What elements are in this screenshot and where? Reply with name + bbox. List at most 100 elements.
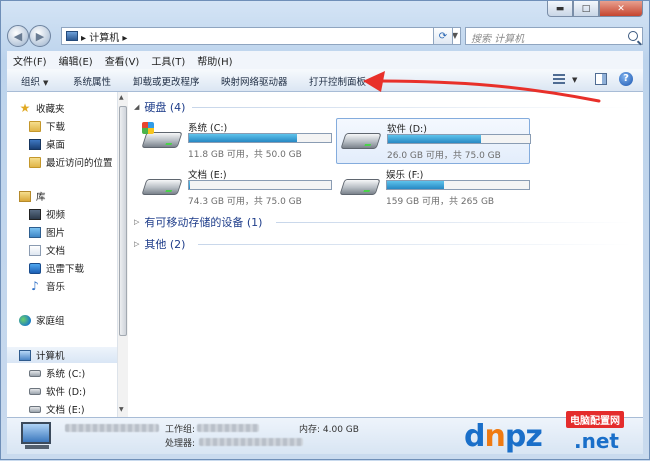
sidebar-item-music[interactable]: ♪ 音乐 xyxy=(29,278,65,294)
sidebar-item-computer[interactable]: 计算机 xyxy=(7,347,123,363)
help-icon[interactable]: ? xyxy=(619,72,633,86)
expand-triangle-icon[interactable]: ▷ xyxy=(134,240,139,248)
processor-label: 处理器: xyxy=(165,439,196,449)
refresh-button[interactable]: ⟳ xyxy=(433,27,453,45)
drive-e[interactable]: 文档 (E:) 74.3 GB 可用，共 75.0 GB xyxy=(138,167,332,207)
navigation-scrollbar[interactable]: ▲ ▼ xyxy=(117,92,128,417)
explorer-window: ▬ □ ✕ ◀ ▶ ▸ 计算机 ▸ ▼ ⟳ 搜索 计算机 文件(F) 编辑(E)… xyxy=(0,0,650,460)
scroll-up-icon[interactable]: ▲ xyxy=(119,94,124,101)
hard-drive-icon xyxy=(141,132,183,148)
group-divider xyxy=(198,244,632,245)
back-arrow-icon: ◀ xyxy=(13,29,23,43)
star-icon: ★ xyxy=(19,100,31,115)
sidebar-item-pictures[interactable]: 图片 xyxy=(29,224,65,240)
sidebar-item-drive-d[interactable]: 软件 (D:) xyxy=(29,383,86,399)
scroll-down-icon[interactable]: ▼ xyxy=(119,406,124,413)
xunlei-download-icon xyxy=(29,262,41,274)
sidebar-item-label: 下载 xyxy=(46,122,66,133)
command-bar: 组织 ▼ 系统属性 卸载或更改程序 映射网络驱动器 打开控制面板 ▼ ? xyxy=(7,69,643,92)
drive-c[interactable]: 系统 (C:) 11.8 GB 可用，共 50.0 GB xyxy=(138,120,332,160)
view-options-icon[interactable] xyxy=(553,74,565,85)
navigation-pane: ★ 收藏夹 下载 桌面 最近访问的位置 库 视频 图片 文档 迅雷下载 ♪ 音乐 家… xyxy=(7,92,126,417)
drive-usage-bar xyxy=(188,133,332,143)
drive-d[interactable]: 软件 (D:) 26.0 GB 可用，共 75.0 GB xyxy=(336,118,531,164)
scrollbar-thumb[interactable] xyxy=(119,106,127,336)
group-divider xyxy=(276,222,632,223)
computer-icon xyxy=(19,349,31,361)
sidebar-item-libraries[interactable]: 库 xyxy=(19,188,46,204)
group-other[interactable]: ▷ 其他 (2) xyxy=(134,236,185,252)
sidebar-item-desktop[interactable]: 桌面 xyxy=(29,136,65,152)
sidebar-item-drive-c[interactable]: 系统 (C:) xyxy=(29,365,85,381)
drive-size: 74.3 GB 可用，共 75.0 GB xyxy=(188,197,302,207)
recent-places-icon xyxy=(29,156,41,168)
sidebar-item-documents[interactable]: 文档 xyxy=(29,242,65,258)
back-button[interactable]: ◀ xyxy=(7,25,29,47)
menu-tools[interactable]: 工具(T) xyxy=(151,53,185,68)
address-bar[interactable]: ▸ 计算机 ▸ ▼ xyxy=(61,27,461,45)
group-removable[interactable]: ▷ 有可移动存储的设备 (1) xyxy=(134,214,262,230)
forward-button[interactable]: ▶ xyxy=(29,25,51,47)
forward-arrow-icon: ▶ xyxy=(35,29,45,43)
sidebar-item-homegroup[interactable]: 家庭组 xyxy=(19,312,65,328)
group-divider xyxy=(192,107,632,108)
picture-icon xyxy=(29,226,41,238)
logo-badge: 电脑配置网 xyxy=(566,411,624,428)
close-button[interactable]: ✕ xyxy=(599,1,643,17)
refresh-icon: ⟳ xyxy=(438,30,448,42)
minimize-button[interactable]: ▬ xyxy=(547,1,573,17)
system-drive-icon xyxy=(29,369,41,377)
sidebar-item-favorites[interactable]: ★ 收藏夹 xyxy=(19,100,65,116)
sidebar-item-recent[interactable]: 最近访问的位置 xyxy=(29,154,113,170)
logo-text: dnpz xyxy=(464,419,543,454)
sidebar-item-label: 计算机 xyxy=(36,351,65,362)
open-control-panel-button[interactable]: 打开控制面板 xyxy=(309,74,366,88)
expand-triangle-icon[interactable]: ▷ xyxy=(134,218,139,226)
hard-drive-icon xyxy=(340,133,382,149)
drive-size: 11.8 GB 可用，共 50.0 GB xyxy=(188,150,302,160)
sidebar-item-label: 文档 xyxy=(46,246,66,257)
breadcrumb[interactable]: ▸ 计算机 ▸ xyxy=(81,29,127,44)
homegroup-icon xyxy=(19,314,31,326)
search-input[interactable]: 搜索 计算机 xyxy=(465,27,643,45)
menu-edit[interactable]: 编辑(E) xyxy=(59,53,93,68)
sidebar-item-label: 最近访问的位置 xyxy=(46,158,113,169)
download-folder-icon xyxy=(29,120,41,132)
group-hard-drives[interactable]: ◢ 硬盘 (4) xyxy=(134,99,185,115)
sidebar-item-xunlei[interactable]: 迅雷下载 xyxy=(29,260,84,276)
sidebar-item-downloads[interactable]: 下载 xyxy=(29,118,65,134)
menu-help[interactable]: 帮助(H) xyxy=(197,53,232,68)
workgroup-label: 工作组: xyxy=(165,425,196,435)
sidebar-item-label: 系统 (C:) xyxy=(46,369,86,380)
uninstall-program-button[interactable]: 卸载或更改程序 xyxy=(133,74,200,88)
search-placeholder: 搜索 计算机 xyxy=(471,34,525,45)
drive-size: 159 GB 可用，共 265 GB xyxy=(386,197,495,207)
computer-monitor-icon xyxy=(21,422,51,444)
maximize-button[interactable]: □ xyxy=(573,1,599,17)
organize-button[interactable]: 组织 ▼ xyxy=(21,74,48,88)
preview-pane-icon[interactable] xyxy=(595,73,607,85)
drive-usage-fill xyxy=(388,135,481,143)
desktop-icon xyxy=(29,138,41,150)
menu-file[interactable]: 文件(F) xyxy=(13,53,47,68)
drive-f[interactable]: 娱乐 (F:) 159 GB 可用，共 265 GB xyxy=(336,167,530,207)
view-dropdown-icon[interactable]: ▼ xyxy=(569,74,577,85)
drive-name: 软件 (D:) xyxy=(387,124,427,135)
processor-redacted xyxy=(199,438,303,446)
menu-view[interactable]: 查看(V) xyxy=(105,53,140,68)
search-icon[interactable] xyxy=(628,31,638,41)
map-network-drive-button[interactable]: 映射网络驱动器 xyxy=(221,74,288,88)
drive-usage-bar xyxy=(387,134,531,144)
drive-name: 文档 (E:) xyxy=(188,170,227,181)
system-properties-button[interactable]: 系统属性 xyxy=(73,74,111,88)
sidebar-item-drive-e[interactable]: 文档 (E:) xyxy=(29,401,85,417)
sidebar-item-videos[interactable]: 视频 xyxy=(29,206,65,222)
collapse-triangle-icon[interactable]: ◢ xyxy=(134,103,139,111)
video-icon xyxy=(29,208,41,220)
chevron-down-icon: ▼ xyxy=(43,79,49,87)
navigation-bar: ◀ ▶ ▸ 计算机 ▸ ▼ ⟳ 搜索 计算机 xyxy=(7,25,643,49)
caption-buttons: ▬ □ ✕ xyxy=(547,1,643,17)
sidebar-item-label: 桌面 xyxy=(46,140,66,151)
drive-name: 娱乐 (F:) xyxy=(386,170,424,181)
group-title: 其他 (2) xyxy=(144,238,186,251)
